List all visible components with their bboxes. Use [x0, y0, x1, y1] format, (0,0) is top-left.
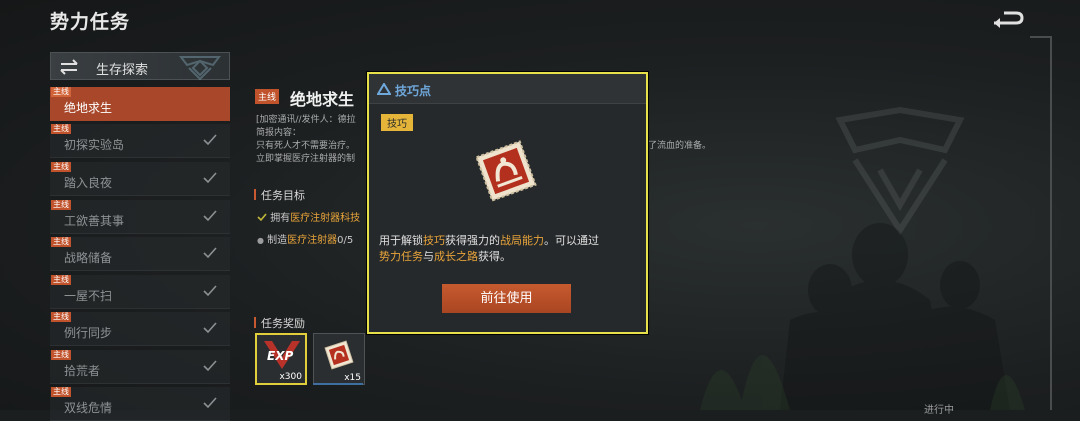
objective-progress: 0/5: [337, 235, 354, 246]
objective-text: 拥有: [270, 213, 291, 224]
sidebar-item-双线危情[interactable]: 主线 双线危情: [50, 387, 230, 421]
completed-check-icon: [203, 172, 217, 184]
objective-item: 拥有医疗注射器科技: [257, 209, 360, 224]
sidebar-item-label: 工欲善其事: [64, 214, 125, 228]
sidebar-item-踏入良夜[interactable]: 主线 踏入良夜: [50, 162, 230, 196]
go-use-button[interactable]: 前往使用: [442, 284, 571, 313]
page-title: 势力任务: [50, 11, 131, 33]
rewards-heading-label: 任务奖励: [261, 317, 305, 330]
popup-description: 用于解锁技巧获得强力的战局能力。可以通过: [379, 232, 599, 248]
popup-text: 获得强力的: [445, 234, 500, 247]
popup-category-tag: 技巧: [381, 114, 413, 131]
objective-done-icon: [257, 213, 267, 222]
objectives-heading: 任务目标: [254, 187, 305, 203]
back-button[interactable]: [990, 10, 1026, 30]
mission-status: 进行中: [924, 405, 954, 416]
frame-border: [1030, 36, 1052, 410]
reward-skill-point[interactable]: x15: [313, 333, 365, 385]
mission-desc-line: 简报内容：: [256, 128, 302, 138]
popup-title: 技巧点: [395, 84, 432, 98]
sidebar-item-label: 战略储备: [64, 251, 113, 265]
skill-point-popup: 技巧点 技巧 用于解锁技巧获得强力的战局能力。可以通过 势力任务与成长之路获得。…: [367, 72, 648, 334]
mission-tag: 主线: [255, 89, 280, 104]
sidebar-item-一屋不扫[interactable]: 主线 一屋不扫: [50, 275, 230, 309]
completed-check-icon: [203, 285, 217, 297]
sidebar-item-绝地求生[interactable]: 主线 绝地求生: [50, 87, 230, 121]
popup-text: 。可以通过: [544, 234, 599, 247]
swap-icon: [60, 59, 78, 75]
sidebar-item-例行同步[interactable]: 主线 例行同步: [50, 312, 230, 346]
mission-desc-line: 立即掌握医疗注射器的制: [256, 154, 356, 164]
sidebar-item-label: 拾荒者: [64, 364, 101, 378]
reward-rarity-bar: [313, 383, 363, 385]
popup-description: 势力任务与成长之路获得。: [379, 248, 511, 264]
popup-text: 用于解锁: [379, 234, 423, 247]
completed-check-icon: [203, 210, 217, 222]
popup-header: 技巧点: [369, 74, 646, 104]
mainline-tag: 主线: [51, 87, 71, 97]
completed-check-icon: [203, 397, 217, 409]
mainline-tag: 主线: [51, 312, 71, 322]
mission-desc-line: [加密通讯//发件人：德拉: [256, 115, 356, 125]
category-label: 生存探索: [96, 63, 149, 78]
objective-highlight: 医疗注射器科技: [290, 213, 361, 224]
popup-highlight: 成长之路: [434, 250, 478, 263]
back-icon: [994, 11, 1024, 28]
completed-check-icon: [203, 134, 217, 146]
sidebar-item-拾荒者[interactable]: 主线 拾荒者: [50, 350, 230, 384]
completed-check-icon: [203, 247, 217, 259]
exp-label: EXP: [267, 349, 294, 363]
sidebar-item-label: 一屋不扫: [64, 289, 113, 303]
sidebar-item-label: 踏入良夜: [64, 176, 113, 190]
sidebar-item-战略储备[interactable]: 主线 战略储备: [50, 237, 230, 271]
sidebar-item-label: 绝地求生: [64, 101, 113, 115]
sidebar-item-工欲善其事[interactable]: 主线 工欲善其事: [50, 200, 230, 234]
category-switch[interactable]: 生存探索: [50, 52, 230, 81]
skill-stamp-icon: [475, 140, 537, 202]
rewards-heading: 任务奖励: [254, 315, 305, 331]
bullet-icon: ●: [257, 236, 264, 245]
reward-exp[interactable]: EXP x300: [255, 333, 307, 385]
reward-quantity: x300: [279, 372, 302, 382]
completed-check-icon: [203, 360, 217, 372]
mainline-tag: 主线: [51, 200, 71, 210]
objectives-heading-label: 任务目标: [261, 189, 305, 202]
mainline-tag: 主线: [51, 124, 71, 134]
popup-highlight: 势力任务: [379, 250, 423, 263]
objective-item: ● 制造医疗注射器0/5: [257, 231, 353, 246]
mainline-tag: 主线: [51, 387, 71, 397]
mission-desc-line: 只有死人才不需要治疗。: [256, 141, 356, 151]
sidebar-item-label: 例行同步: [64, 326, 113, 340]
sidebar-item-初探实验岛[interactable]: 主线 初探实验岛: [50, 124, 230, 158]
mainline-tag: 主线: [51, 275, 71, 285]
mainline-tag: 主线: [51, 162, 71, 172]
mission-sidebar: 生存探索 主线 绝地求生 主线 初探实验岛 主线 踏入良夜 主线 工欲善其事 主…: [50, 52, 230, 421]
skill-point-icon: [377, 83, 391, 95]
sidebar-item-label: 双线危情: [64, 401, 113, 415]
mission-title: 绝地求生: [290, 90, 355, 109]
skill-stamp-icon: [324, 340, 354, 370]
faction-emblem-icon: [179, 56, 221, 81]
mission-desc-line: 了流血的准备。: [648, 141, 712, 151]
completed-check-icon: [203, 322, 217, 334]
popup-highlight: 技巧: [423, 234, 445, 247]
objective-highlight: 医疗注射器: [287, 235, 338, 246]
popup-text: 与: [423, 250, 434, 263]
reward-quantity: x15: [344, 373, 361, 383]
mainline-tag: 主线: [51, 350, 71, 360]
popup-text: 获得。: [478, 250, 511, 263]
objective-text: 制造: [267, 235, 288, 246]
mainline-tag: 主线: [51, 237, 71, 247]
popup-highlight: 战局能力: [500, 234, 544, 247]
sidebar-item-label: 初探实验岛: [64, 138, 125, 152]
